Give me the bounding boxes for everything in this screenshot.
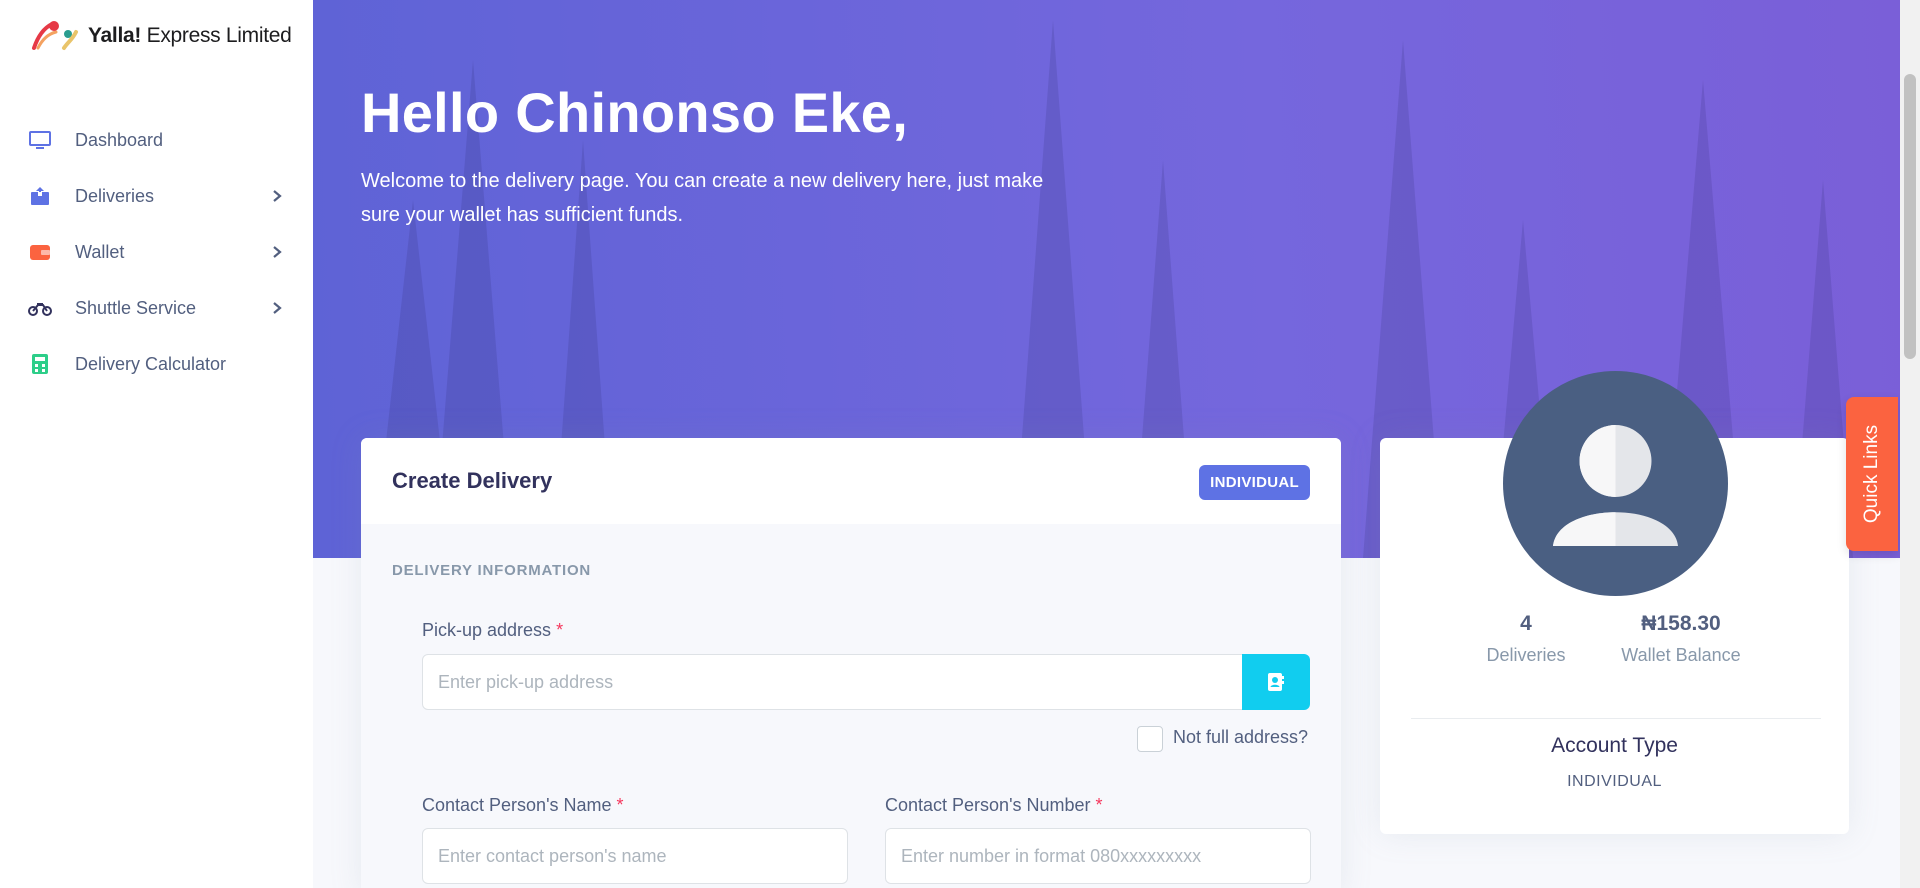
page-subtitle: Welcome to the delivery page. You can cr… — [361, 170, 1044, 226]
sidebar-item-label: Dashboard — [75, 129, 164, 150]
card-header: Create Delivery INDIVIDUAL — [361, 438, 1341, 524]
card-title: Create Delivery — [392, 468, 553, 493]
sidebar-item-label: Wallet — [75, 241, 125, 262]
contact-name-input[interactable]: Enter contact person's name — [422, 828, 848, 884]
chevron-right-icon — [273, 246, 282, 258]
chevron-right-icon — [273, 302, 282, 314]
address-book-icon — [1268, 673, 1284, 691]
avatar[interactable] — [1503, 371, 1728, 596]
create-delivery-card: Create Delivery INDIVIDUAL DELIVERY INFO… — [361, 438, 1341, 888]
account-type-title: Account Type — [1551, 734, 1678, 757]
scrollbar-thumb[interactable] — [1904, 74, 1916, 359]
sidebar-item-label: Deliveries — [75, 185, 155, 206]
brand-logo[interactable]: Yalla! Express Limited — [28, 18, 292, 54]
contact-number-input[interactable]: Enter number in format 080xxxxxxxxx — [885, 828, 1311, 884]
user-icon — [1553, 425, 1678, 546]
sidebar-item-deliveries[interactable]: Deliveries — [0, 168, 313, 224]
monitor-icon — [28, 128, 52, 152]
chevron-right-icon — [273, 190, 282, 202]
page-title: Hello Chinonso Eke, — [361, 81, 909, 144]
account-type-badge: INDIVIDUAL — [1199, 465, 1310, 500]
not-full-address-checkbox[interactable] — [1137, 726, 1163, 752]
sidebar-item-wallet[interactable]: Wallet — [0, 224, 313, 280]
wallet-balance-label: Wallet Balance — [1621, 645, 1741, 665]
contact-number-label: Contact Person's Number * — [885, 795, 1103, 815]
section-title: DELIVERY INFORMATION — [392, 562, 592, 579]
sidebar-item-delivery-calculator[interactable]: Delivery Calculator — [0, 336, 313, 392]
pickup-address-label: Pick-up address * — [422, 620, 564, 640]
not-full-address-label[interactable]: Not full address? — [1173, 727, 1308, 748]
address-book-button[interactable] — [1242, 654, 1310, 710]
brand-name: Yalla! Express Limited — [88, 24, 292, 47]
divider — [1411, 718, 1821, 719]
contact-name-label: Contact Person's Name * — [422, 795, 624, 815]
quick-links-button[interactable]: Quick Links — [1846, 397, 1898, 551]
quick-links-label: Quick Links — [1861, 424, 1883, 524]
calculator-icon — [28, 352, 52, 376]
pickup-address-placeholder: Enter pick-up address — [438, 671, 614, 692]
contact-name-placeholder: Enter contact person's name — [438, 845, 667, 866]
sidebar-item-label: Delivery Calculator — [75, 353, 227, 374]
sidebar: Yalla! Express Limited Dashboard Deliver… — [0, 0, 313, 888]
page-scrollbar[interactable] — [1900, 0, 1920, 888]
motorcycle-icon — [28, 296, 52, 320]
wallet-balance-value: ₦158.30 — [1641, 612, 1721, 635]
box-icon — [28, 184, 52, 208]
pickup-address-input[interactable]: Enter pick-up address — [422, 654, 1244, 710]
wallet-icon — [28, 240, 52, 264]
contact-number-placeholder: Enter number in format 080xxxxxxxxx — [901, 845, 1202, 866]
deliveries-count: 4 — [1520, 612, 1532, 635]
sidebar-item-label: Shuttle Service — [75, 297, 197, 318]
sidebar-item-dashboard[interactable]: Dashboard — [0, 112, 313, 168]
sidebar-nav: Dashboard Deliveries Wallet Shuttle Serv… — [0, 112, 313, 392]
yalla-logo-icon — [32, 21, 78, 50]
deliveries-label: Deliveries — [1486, 645, 1566, 665]
sidebar-item-shuttle-service[interactable]: Shuttle Service — [0, 280, 313, 336]
account-type-value: INDIVIDUAL — [1567, 773, 1662, 790]
